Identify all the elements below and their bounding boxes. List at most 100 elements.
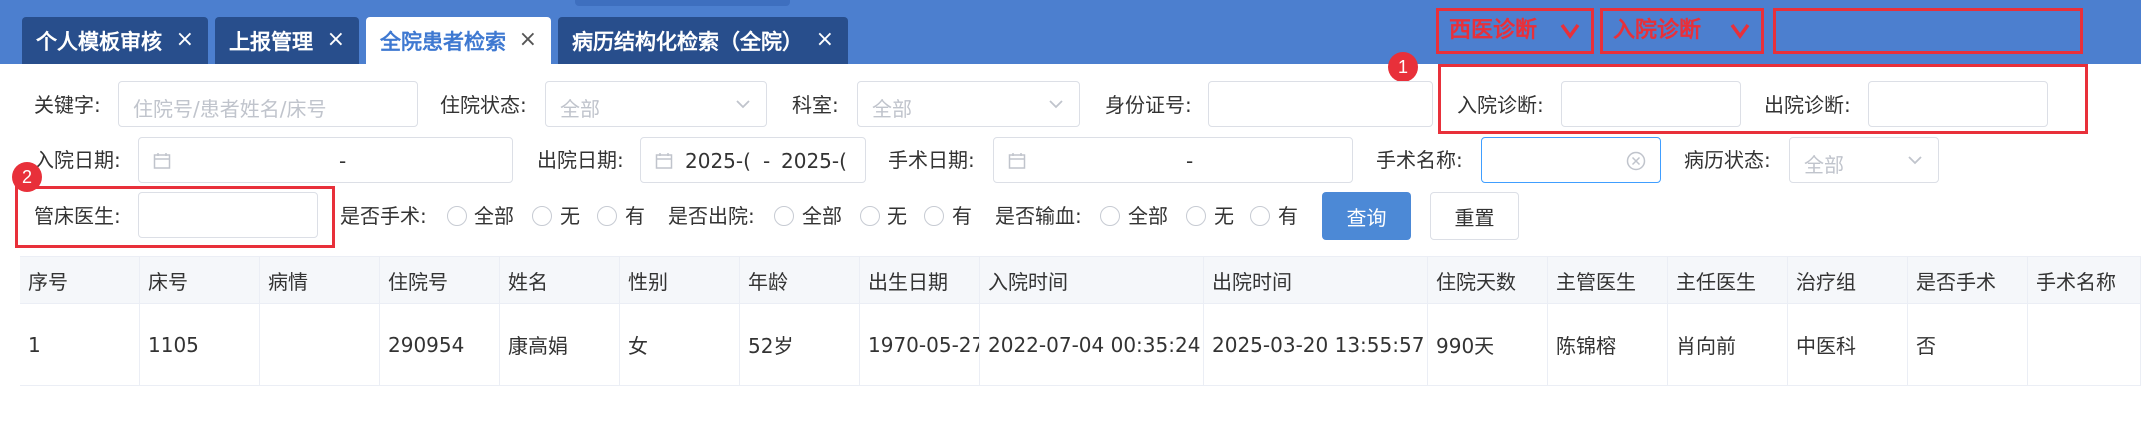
- cell-col-inpatient-no: 290954: [380, 304, 500, 385]
- header-col-admit-time: 入院时间: [980, 257, 1204, 303]
- chevron-down-icon: [1049, 100, 1063, 109]
- radio-label: 全部: [474, 204, 514, 228]
- tab-label: 全院患者检索: [380, 29, 506, 54]
- admit-date-range[interactable]: -: [138, 137, 513, 183]
- transfusion-radio-yes[interactable]: [1250, 206, 1270, 226]
- header-col-days: 住院天数: [1428, 257, 1548, 303]
- idcard-label: 身份证号:: [1105, 93, 1192, 117]
- calendar-icon: [655, 153, 673, 169]
- cell-col-surgery-name: [2028, 304, 2141, 385]
- cell-col-admit-time: 2022-07-04 00:35:24: [980, 304, 1204, 385]
- transfusion-radio-all[interactable]: [1100, 206, 1120, 226]
- close-icon[interactable]: ×: [327, 28, 345, 52]
- query-button[interactable]: 查询: [1322, 192, 1411, 240]
- dept-select[interactable]: 全部: [857, 81, 1080, 127]
- header-col-index: 序号: [20, 257, 140, 303]
- status-value: 全部: [560, 97, 600, 121]
- radio-label: 无: [560, 204, 580, 228]
- cell-col-name: 康高娟: [500, 304, 620, 385]
- cell-col-chief-doctor: 肖向前: [1668, 304, 1788, 385]
- status-label: 住院状态:: [440, 93, 527, 117]
- discharge-diag-input[interactable]: [1868, 81, 2048, 127]
- has-surgery-radio-no[interactable]: [532, 206, 552, 226]
- clear-icon[interactable]: [1626, 151, 1646, 171]
- header-col-surgery-name: 手术名称: [2028, 257, 2141, 303]
- radio-label: 无: [887, 204, 907, 228]
- chevron-down-icon: [1560, 23, 1580, 39]
- radio-label: 全部: [802, 204, 842, 228]
- western-diag-annotation: 西医诊断: [1436, 8, 1594, 54]
- bed-doctor-label: 管床医生:: [34, 204, 121, 228]
- discharge-date-start: 2025-(: [685, 149, 751, 173]
- table-row[interactable]: 1 1105 290954 康高娟女 52岁 1970-05-27 2022-07-04 0…: [20, 304, 2141, 386]
- chevron-down-icon: [736, 100, 750, 109]
- radio-label: 无: [1214, 204, 1234, 228]
- cell-col-birth-date: 1970-05-27: [860, 304, 980, 385]
- surgery-date-label: 手术日期:: [888, 148, 975, 172]
- cell-col-age: 52岁: [740, 304, 860, 385]
- tab-template-review[interactable]: 个人模板审核 ×: [22, 17, 208, 64]
- close-icon[interactable]: ×: [816, 28, 834, 52]
- date-separator: -: [763, 149, 771, 173]
- discharged-radio-all[interactable]: [774, 206, 794, 226]
- cell-col-days: 990天: [1428, 304, 1548, 385]
- header-col-age: 年龄: [740, 257, 860, 303]
- surgery-name-input[interactable]: [1481, 137, 1661, 183]
- header-col-attending-doctor: 主管医生: [1548, 257, 1668, 303]
- header-col-inpatient-no: 住院号: [380, 257, 500, 303]
- discharge-diag-label: 出院诊断:: [1764, 93, 1851, 117]
- admit-date-label: 入院日期:: [34, 148, 121, 172]
- header-col-surgery: 是否手术: [1908, 257, 2028, 303]
- has-surgery-radio-all[interactable]: [447, 206, 467, 226]
- header-col-condition: 病情: [260, 257, 380, 303]
- top-handle: [575, 0, 790, 6]
- tab-label: 个人模板审核: [36, 29, 162, 54]
- idcard-input[interactable]: [1208, 81, 1433, 127]
- tab-structured-search[interactable]: 病历结构化检索（全院） ×: [558, 17, 848, 64]
- transfusion-radio-no[interactable]: [1186, 206, 1206, 226]
- transfusion-label: 是否输血:: [995, 204, 1082, 228]
- cell-col-surgery: 否: [1908, 304, 2028, 385]
- tab-label: 病历结构化检索（全院）: [572, 29, 803, 54]
- dept-label: 科室:: [792, 93, 839, 117]
- calendar-icon: [153, 153, 171, 169]
- cell-col-condition: [260, 304, 380, 385]
- surgery-date-range[interactable]: -: [993, 137, 1353, 183]
- reset-button[interactable]: 重置: [1430, 192, 1519, 240]
- discharged-radio-no[interactable]: [860, 206, 880, 226]
- admit-diag-input[interactable]: [1561, 81, 1741, 127]
- cell-col-bed: 1105: [140, 304, 260, 385]
- surgery-name-label: 手术名称:: [1376, 148, 1463, 172]
- record-status-label: 病历状态:: [1684, 148, 1771, 172]
- tab-patient-search[interactable]: 全院患者检索 ×: [366, 17, 551, 64]
- keyword-input[interactable]: 住院号/患者姓名/床号: [118, 81, 418, 127]
- has-surgery-radio-yes[interactable]: [597, 206, 617, 226]
- header-col-birth-date: 出生日期: [860, 257, 980, 303]
- cell-col-discharge-time: 2025-03-20 13:55:57: [1204, 304, 1428, 385]
- calendar-icon: [1008, 153, 1026, 169]
- radio-label: 有: [1278, 204, 1298, 228]
- record-status-select[interactable]: 全部: [1789, 137, 1939, 183]
- radio-label: 有: [952, 204, 972, 228]
- discharge-date-range[interactable]: 2025-( - 2025-(: [640, 137, 866, 183]
- empty-annotation-box: [1773, 8, 2083, 54]
- annotation-badge-1: 1: [1388, 52, 1418, 82]
- close-icon[interactable]: ×: [519, 28, 537, 52]
- discharged-radio-yes[interactable]: [924, 206, 944, 226]
- discharge-date-label: 出院日期:: [537, 148, 624, 172]
- status-select[interactable]: 全部: [545, 81, 767, 127]
- bed-doctor-input[interactable]: [138, 192, 318, 238]
- header-col-name: 姓名: [500, 257, 620, 303]
- chevron-down-icon: [1908, 156, 1922, 165]
- keyword-label: 关键字:: [34, 93, 101, 117]
- cell-col-treatment-group: 中医科: [1788, 304, 1908, 385]
- radio-label: 有: [625, 204, 645, 228]
- dept-value: 全部: [872, 97, 912, 121]
- tab-report-management[interactable]: 上报管理 ×: [215, 17, 359, 64]
- close-icon[interactable]: ×: [176, 28, 194, 52]
- admit-diag-label: 入院诊断:: [1457, 93, 1544, 117]
- annotation-text: 西医诊断: [1449, 18, 1538, 43]
- chevron-down-icon: [1730, 23, 1750, 39]
- cell-col-gender: 女: [620, 304, 740, 385]
- keyword-placeholder: 住院号/患者姓名/床号: [133, 97, 327, 121]
